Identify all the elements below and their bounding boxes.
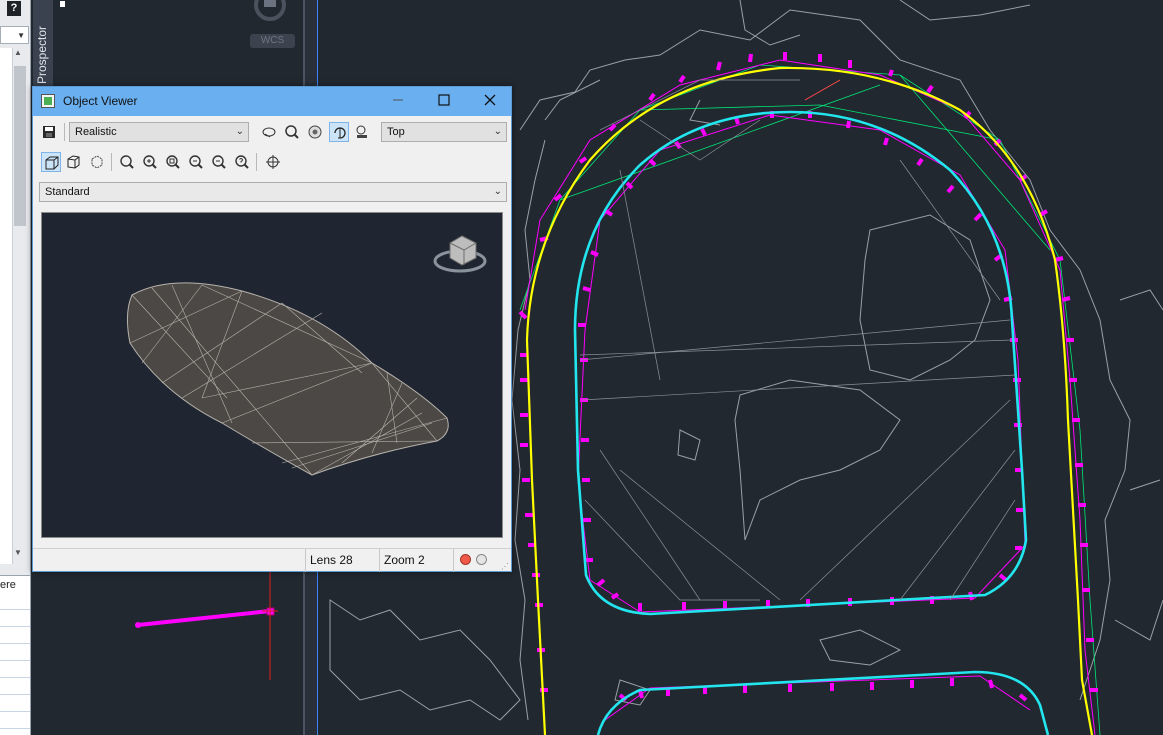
toolspace-tree[interactable]	[0, 48, 13, 564]
orbit-rotate-button[interactable]	[329, 122, 349, 142]
window-title: Object Viewer	[63, 94, 138, 108]
resize-grip-icon[interactable]: ⋰	[501, 562, 509, 571]
object-viewer-window: Object Viewer Realistic ⌄ Top ⌄ Standard…	[32, 86, 512, 572]
zoom-out-button[interactable]	[209, 152, 229, 172]
lens-readout: Lens 28	[305, 549, 378, 572]
zoom-button[interactable]	[282, 122, 302, 142]
close-icon	[484, 94, 496, 106]
close-button[interactable]	[467, 87, 513, 116]
object-viewer-app-icon	[41, 94, 55, 108]
chevron-down-icon: ▼	[17, 31, 25, 40]
minimize-button[interactable]	[375, 87, 421, 116]
magnifier-icon	[285, 125, 299, 139]
zoom-realtime-button[interactable]	[117, 152, 137, 172]
wcs-badge[interactable]: WCS	[250, 34, 295, 48]
toolspace-scrollbar[interactable]	[14, 66, 26, 226]
zoom-help-icon	[235, 155, 249, 169]
toolbar-separator	[256, 153, 257, 171]
minimize-icon	[393, 99, 403, 101]
zoom-in-icon	[143, 155, 157, 169]
toolbar-separator	[64, 123, 65, 141]
tab-prospector-label: Prospector	[35, 25, 49, 84]
chevron-down-icon: ⌄	[493, 186, 502, 197]
view-type-dropdown[interactable]: Standard ⌄	[39, 182, 507, 202]
zoom-icon	[120, 155, 134, 169]
properties-grid-header: ere	[0, 575, 30, 594]
object-viewer-titlebar[interactable]: Object Viewer	[33, 87, 511, 116]
chevron-down-icon: ⌄	[235, 126, 244, 137]
scroll-up-icon[interactable]: ▲	[14, 48, 22, 57]
cube-icon	[45, 156, 59, 170]
wireframe-button[interactable]	[87, 152, 107, 172]
surface-triangles	[579, 79, 1016, 601]
save-icon	[43, 126, 55, 138]
curb-line-lower	[596, 670, 1050, 735]
maximize-button[interactable]	[421, 87, 467, 116]
record-indicator-icon[interactable]	[460, 554, 471, 565]
chevron-down-icon: ⌄	[493, 126, 502, 137]
status-bar: Lens 28 Zoom 2 ⋰	[33, 548, 511, 572]
slice-line	[804, 79, 841, 101]
toolspace-panel: ? ▼ ▲ ▼ ere	[0, 0, 31, 735]
scroll-down-icon[interactable]: ▼	[14, 548, 22, 557]
toolbar-separator	[111, 153, 112, 171]
perspective-cube-icon	[67, 155, 80, 169]
zoom-extents-button[interactable]	[186, 152, 206, 172]
feature-lines	[524, 59, 1096, 735]
zoom-in-button[interactable]	[140, 152, 160, 172]
properties-grid[interactable]	[0, 593, 30, 735]
view-perspective-button[interactable]	[64, 152, 84, 172]
curb-line-upper	[573, 110, 1028, 616]
orbit-icon	[262, 127, 276, 138]
idle-indicator-icon[interactable]	[476, 554, 487, 565]
zoom-out-icon	[212, 155, 226, 169]
zoom-readout: Zoom 2	[379, 549, 452, 572]
save-button[interactable]	[39, 122, 59, 142]
visual-style-value: Realistic	[75, 126, 117, 138]
help-button[interactable]: ?	[7, 1, 21, 16]
zoom-help-button[interactable]	[232, 152, 252, 172]
surface-mesh	[126, 282, 449, 476]
wireframe-icon	[91, 155, 103, 169]
zoom-window-button[interactable]	[163, 152, 183, 172]
surface-preview	[126, 235, 487, 476]
camera-icon	[356, 125, 367, 138]
zoom-extents-icon	[189, 155, 203, 169]
visual-style-dropdown[interactable]: Realistic ⌄	[69, 122, 249, 142]
feature-line-segment	[137, 609, 271, 627]
pan-button[interactable]	[305, 122, 325, 142]
camera-button[interactable]	[352, 122, 372, 142]
object-viewer-canvas[interactable]	[41, 212, 503, 538]
pan-crosshair-button[interactable]	[263, 152, 283, 172]
zoom-window-icon	[166, 155, 180, 169]
rotate-icon	[334, 127, 346, 139]
view-parallel-button[interactable]	[41, 152, 61, 172]
crosshair-icon	[266, 155, 280, 169]
viewcube-compass[interactable]	[254, 0, 286, 21]
segment-endpoint	[135, 622, 141, 628]
view-type-value: Standard	[45, 186, 90, 198]
toolspace-dropdown[interactable]: ▼	[0, 26, 29, 44]
orbit-button[interactable]	[259, 122, 279, 142]
status-indicators	[453, 549, 508, 572]
tab-prospector[interactable]: Prospector	[33, 0, 53, 86]
pan-icon	[308, 125, 322, 139]
edge-of-pavement-line	[525, 66, 1094, 735]
view-direction-dropdown[interactable]: Top ⌄	[381, 122, 507, 142]
maximize-icon	[438, 94, 450, 106]
view-direction-value: Top	[387, 126, 405, 138]
viewcube-icon[interactable]	[433, 235, 487, 273]
ucs-icon	[60, 1, 318, 7]
